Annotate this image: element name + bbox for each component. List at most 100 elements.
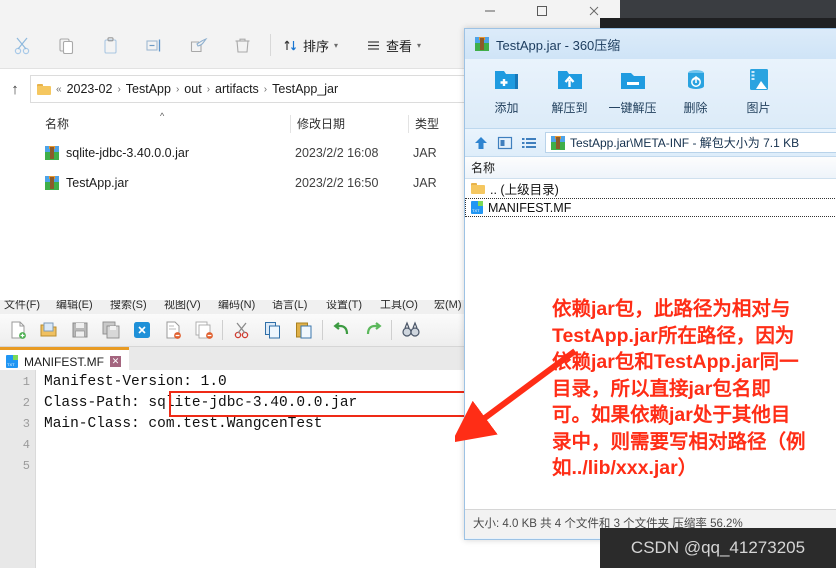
chevron-right-icon: › [206, 83, 211, 95]
rename-icon[interactable] [132, 22, 176, 68]
zip-button-label: 图片 [746, 101, 771, 115]
one-click-extract-icon [620, 73, 645, 89]
undo-icon[interactable] [326, 315, 357, 345]
menu-file[interactable]: 文件(F) [4, 300, 40, 312]
folder-icon [37, 83, 51, 95]
view-button[interactable]: 查看 ▾ [360, 36, 427, 55]
breadcrumb-item[interactable]: 2023-02 [67, 82, 113, 96]
extract-to-icon [557, 71, 582, 89]
view-detail-icon[interactable] [497, 135, 513, 151]
copy-icon[interactable] [44, 22, 88, 68]
line-number: 5 [22, 459, 30, 473]
file-name-label: TestApp.jar [66, 176, 129, 190]
line-number: 4 [22, 438, 30, 452]
column-header-type[interactable]: 类型 [415, 110, 439, 138]
toolbar-divider [222, 320, 223, 340]
close-all-icon[interactable] [188, 315, 219, 345]
view-icon [368, 40, 380, 50]
delete-icon[interactable] [220, 22, 264, 68]
annotation-line: 录中，则需要写相对路径（例 [552, 430, 806, 453]
save-icon[interactable] [64, 315, 95, 345]
view-list-icon[interactable] [521, 135, 537, 151]
zip-entry-label: .. (上级目录) [490, 183, 559, 197]
up-level-icon[interactable]: ↑ [0, 81, 30, 98]
annotation-line: 依赖jar包，此路径为相对与 [552, 298, 791, 320]
menu-edit[interactable]: 编辑(E) [56, 300, 93, 312]
line-number: 3 [22, 417, 30, 431]
tab-label: MANIFEST.MF [24, 354, 104, 369]
menu-language[interactable]: 语言(L) [272, 300, 307, 312]
breadcrumb-item[interactable]: TestApp_jar [272, 82, 338, 96]
close-icon[interactable] [126, 315, 157, 345]
annotation-line: 如../lib/xxx.jar） [552, 457, 698, 479]
maximize-icon[interactable] [516, 0, 568, 22]
annotation-line: 目录，所以直接jar包名即 [552, 377, 771, 400]
zip-column-header[interactable]: 名称 [465, 157, 836, 179]
one-click-extract-button[interactable]: 一键解压 [601, 59, 664, 129]
annotation-line: 可。如果依赖jar处于其他目 [552, 404, 791, 426]
menu-encoding[interactable]: 编码(N) [218, 300, 255, 312]
jar-file-icon [475, 37, 489, 51]
breadcrumb-item[interactable]: artifacts [215, 82, 259, 96]
new-file-icon[interactable] [2, 315, 33, 345]
menu-view[interactable]: 视图(V) [164, 300, 201, 312]
file-name-cell[interactable]: TestApp.jar [45, 176, 129, 190]
annotation-line: TestApp.jar所在路径，因为 [552, 324, 795, 347]
address-chevron: « [56, 83, 62, 95]
list-item[interactable]: MANIFEST.MF [465, 198, 836, 217]
zip-navbar: TestApp.jar\META-INF - 解包大小为 7.1 KB [465, 129, 836, 157]
recycle-bin-icon [687, 70, 704, 89]
breadcrumb-item[interactable]: out [184, 82, 201, 96]
annotation-line: 依赖jar包和TestApp.jar同一 [552, 351, 799, 373]
list-item[interactable]: .. (上级目录) [465, 179, 836, 198]
jar-file-icon [551, 135, 565, 150]
menu-search[interactable]: 搜索(S) [110, 300, 147, 312]
file-type-cell: JAR [413, 176, 437, 190]
close-file-icon[interactable] [157, 315, 188, 345]
paste-icon[interactable] [288, 315, 319, 345]
menu-tools[interactable]: 工具(O) [380, 300, 418, 312]
menu-settings[interactable]: 设置(T) [326, 300, 362, 312]
chevron-right-icon: › [117, 83, 121, 95]
find-icon[interactable] [395, 315, 426, 345]
desktop-dark-strip-lower [600, 18, 836, 28]
column-divider[interactable] [290, 115, 291, 133]
save-all-icon[interactable] [95, 315, 126, 345]
share-icon[interactable] [176, 22, 220, 68]
file-name-cell[interactable]: sqlite-jdbc-3.40.0.0.jar [45, 146, 189, 160]
add-button[interactable]: 添加 [475, 59, 538, 129]
column-divider[interactable] [408, 115, 409, 133]
picture-button[interactable]: 图片 [727, 59, 790, 129]
menu-macro[interactable]: 宏(M) [434, 300, 462, 312]
folder-icon [471, 183, 485, 194]
sort-icon [284, 40, 296, 50]
delete-button[interactable]: 删除 [664, 59, 727, 129]
column-header-name[interactable]: 名称 [45, 110, 69, 138]
up-arrow-icon[interactable] [473, 135, 489, 151]
column-header-date[interactable]: 修改日期 [297, 110, 345, 138]
line-number: 2 [22, 396, 30, 410]
zip-button-label: 添加 [494, 101, 519, 115]
explorer-titlebar [0, 0, 700, 22]
red-annotation-text: 依赖jar包，此路径为相对与 TestApp.jar所在路径，因为 依赖jar包… [552, 296, 836, 482]
breadcrumb-item[interactable]: TestApp [126, 82, 171, 96]
open-file-icon[interactable] [33, 315, 64, 345]
tab-close-icon[interactable]: ✕ [110, 356, 121, 367]
zip-path-field[interactable]: TestApp.jar\META-INF - 解包大小为 7.1 KB [545, 132, 836, 153]
cut-icon[interactable] [226, 315, 257, 345]
paste-icon[interactable] [88, 22, 132, 68]
picture-icon [749, 69, 768, 90]
extract-to-button[interactable]: 解压到 [538, 59, 601, 129]
redo-icon[interactable] [357, 315, 388, 345]
toolbar-divider [270, 34, 271, 56]
zip-path-text: TestApp.jar\META-INF - 解包大小为 7.1 KB [570, 136, 800, 150]
chevron-right-icon: › [175, 83, 180, 95]
zip-button-label: 一键解压 [608, 101, 657, 115]
file-type-cell: JAR [413, 146, 437, 160]
copy-icon[interactable] [257, 315, 288, 345]
window-controls [464, 0, 620, 22]
zip-titlebar: TestApp.jar - 360压缩 [465, 29, 836, 59]
minimize-icon[interactable] [464, 0, 516, 22]
cut-icon[interactable] [0, 22, 44, 68]
sort-button[interactable]: 排序 ▾ [277, 36, 344, 55]
